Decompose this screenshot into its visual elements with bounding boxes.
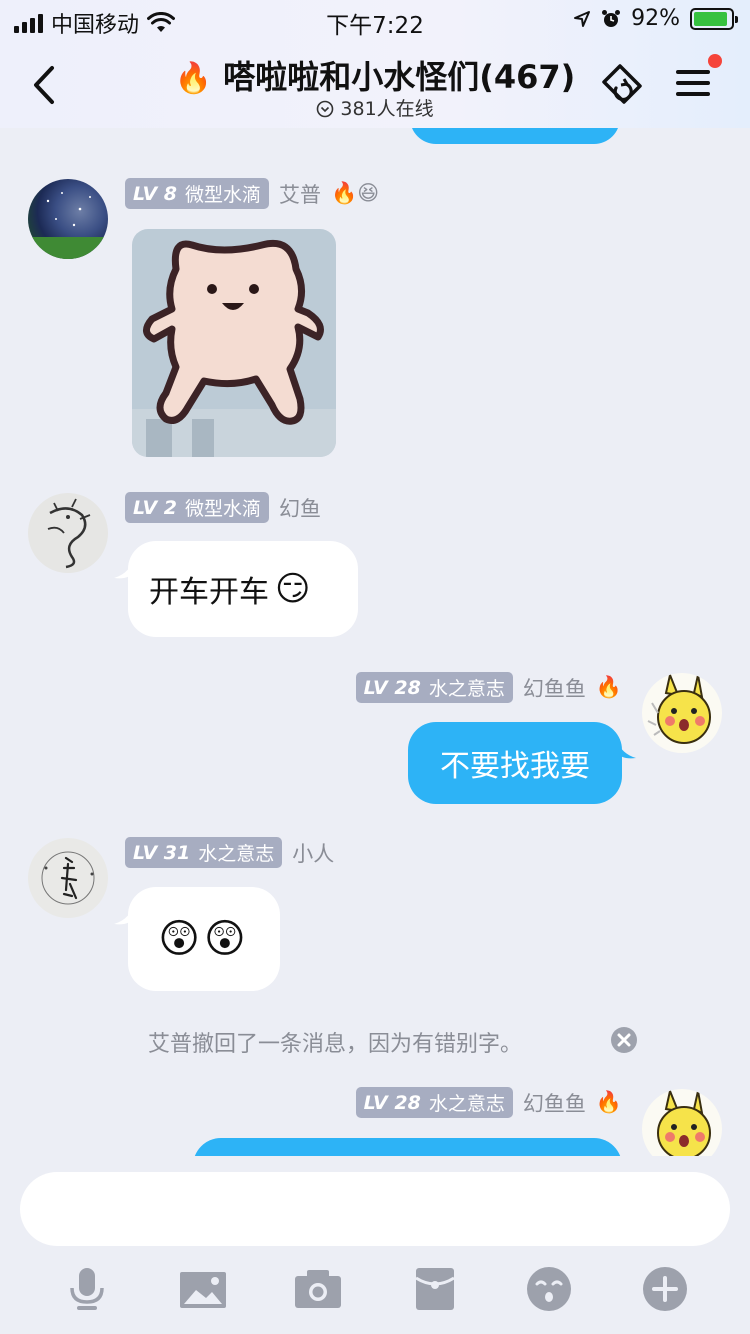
chevron-circle-icon xyxy=(317,100,334,118)
share-icon[interactable] xyxy=(596,62,646,108)
online-label: 381人在线 xyxy=(340,98,434,120)
location-icon xyxy=(574,10,591,27)
avatar-self[interactable] xyxy=(642,673,722,753)
message-bubble[interactable]: 开车开车 😏 xyxy=(128,541,358,637)
red-packet-icon[interactable] xyxy=(410,1264,460,1314)
message-text: 开车开车 xyxy=(149,575,269,610)
sender-name[interactable]: 幻鱼鱼 xyxy=(523,673,586,703)
level-badge: LV 2 微型水滴 xyxy=(125,492,270,523)
input-area xyxy=(0,1156,750,1334)
avatar-self[interactable] xyxy=(642,1089,722,1156)
alarm-icon xyxy=(602,9,621,27)
group-name: 嗒啦啦和小水怪们(467) xyxy=(223,58,576,96)
level-badge: LV 28 水之意志 xyxy=(355,672,513,703)
status-bar: 中国移动 下午7:22 92% xyxy=(0,0,750,40)
plus-icon[interactable] xyxy=(640,1264,690,1314)
message-meta: LV 2 微型水滴 幻鱼 xyxy=(125,492,321,523)
badge-icons: 🔥 xyxy=(595,1090,622,1114)
avatar-xiaoren[interactable] xyxy=(28,838,108,918)
notice-text: 艾普撤回了一条消息，因为有错别字。 xyxy=(147,1032,522,1057)
battery-icon xyxy=(690,7,738,30)
battery-label: 92% xyxy=(631,6,680,31)
message-meta: LV 28 水之意志 幻鱼鱼 🔥 xyxy=(355,672,622,703)
hamburger-icon xyxy=(676,70,710,96)
message-meta: LV 8 微型水滴 艾普 🔥😆 xyxy=(125,178,379,209)
notification-dot xyxy=(708,54,722,68)
microphone-icon[interactable] xyxy=(62,1264,112,1314)
fire-icon: 🔥 xyxy=(174,61,213,96)
close-icon xyxy=(617,1033,631,1047)
badge-icons: 🔥😆 xyxy=(331,181,380,205)
menu-button[interactable] xyxy=(672,54,722,104)
top-bar: 中国移动 下午7:22 92% 🔥 嗒啦啦和小水怪们(467) 381人在线 xyxy=(0,0,750,128)
avatar-huanyu[interactable] xyxy=(28,493,108,573)
image-icon[interactable] xyxy=(178,1264,228,1314)
badge-icons: 🔥 xyxy=(595,675,622,699)
sender-name[interactable]: 小人 xyxy=(292,838,334,868)
message-bubble[interactable]: 😲😲 xyxy=(128,887,280,991)
level-badge: LV 28 水之意志 xyxy=(355,1087,513,1118)
chat-area[interactable]: LV 8 微型水滴 艾普 🔥😆 LV 2 微型水滴 幻鱼 开车开车 😏 LV 2… xyxy=(0,128,750,1156)
message-input[interactable] xyxy=(20,1172,730,1246)
smirk-emoji-icon: 😏 xyxy=(275,569,311,609)
emoji-icon[interactable] xyxy=(524,1264,574,1314)
message-meta: LV 31 水之意志 小人 xyxy=(125,837,334,868)
camera-icon[interactable] xyxy=(293,1264,343,1314)
message-text: 不要找我要 xyxy=(440,749,590,784)
recall-notice: 艾普撤回了一条消息，因为有错别字。 xyxy=(0,1026,750,1058)
message-meta: LV 28 水之意志 幻鱼鱼 🔥 xyxy=(355,1087,622,1118)
close-notice-button[interactable] xyxy=(611,1027,637,1053)
message-bubble-partial[interactable] xyxy=(410,128,620,144)
sticker-image[interactable] xyxy=(132,229,336,457)
level-badge: LV 31 水之意志 xyxy=(125,837,283,868)
status-right: 92% xyxy=(573,6,738,31)
avatar-aipu[interactable] xyxy=(28,179,108,259)
level-badge: LV 8 微型水滴 xyxy=(125,178,270,209)
sender-name[interactable]: 艾普 xyxy=(279,179,321,209)
sender-name[interactable]: 幻鱼 xyxy=(279,493,321,523)
shocked-emoji-icon: 😲😲 xyxy=(158,916,250,962)
message-bubble[interactable]: 不要找我要 xyxy=(408,722,622,804)
message-bubble[interactable] xyxy=(193,1138,622,1156)
sender-name[interactable]: 幻鱼鱼 xyxy=(523,1088,586,1118)
